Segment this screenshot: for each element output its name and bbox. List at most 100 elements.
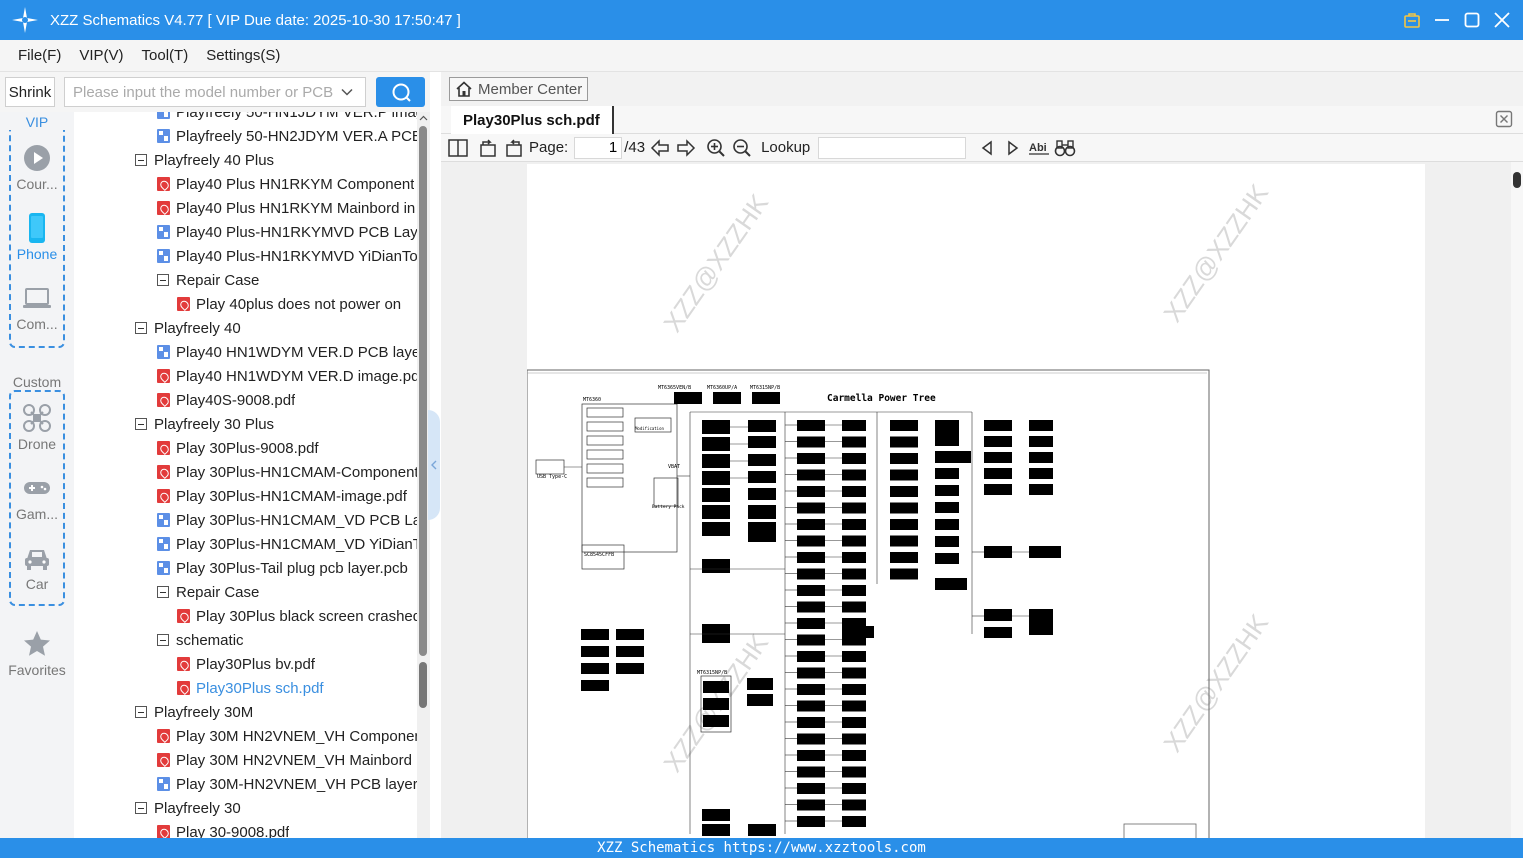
split-view-icon: [448, 138, 468, 157]
tree-folder[interactable]: Playfreely 40: [74, 316, 417, 340]
document-tab[interactable]: Play30Plus sch.pdf: [451, 106, 614, 134]
tree-file-item[interactable]: Play30Plus sch.pdf: [74, 676, 417, 700]
chip-label-mt6360up: MT6360UP/A: [707, 385, 737, 391]
match-case-button[interactable]: Abi: [1028, 137, 1050, 159]
pdf-page[interactable]: XZZ@XZZHKXZZ@XZZHKXZZ@XZZHKXZZ@XZZHK Car…: [527, 164, 1425, 838]
find-next-button[interactable]: [1002, 137, 1024, 159]
cart-icon[interactable]: [1401, 9, 1423, 31]
menu-settings[interactable]: Settings(S): [206, 47, 280, 64]
tree-folder[interactable]: Playfreely 30M: [74, 700, 417, 724]
next-page-button[interactable]: [675, 137, 697, 159]
collapse-toggle-icon[interactable]: [156, 585, 170, 599]
lookup-input[interactable]: [818, 136, 967, 159]
tree-file-item[interactable]: Play 30Plus-HN1CMAM_VD YiDianT: [74, 532, 417, 556]
collapse-panel-handle[interactable]: [428, 410, 440, 520]
tree-folder[interactable]: Repair Case: [74, 268, 417, 292]
rail-item-courses[interactable]: Cour...: [0, 136, 74, 202]
schematic-block: [581, 680, 609, 691]
tree-file-item[interactable]: Play40 Plus-HN1RKYMVD PCB Layo: [74, 220, 417, 244]
schematic-block: [842, 601, 866, 613]
collapse-toggle-icon[interactable]: [134, 705, 148, 719]
maximize-button[interactable]: [1461, 9, 1483, 31]
zoom-in-button[interactable]: [705, 137, 727, 159]
tree-file-item[interactable]: Play 30Plus-9008.pdf: [74, 436, 417, 460]
schematic-block: [797, 667, 825, 679]
member-center-button[interactable]: Member Center: [449, 77, 588, 101]
collapse-toggle-icon[interactable]: [156, 633, 170, 647]
tree-file-item[interactable]: Play 30M HN2VNEM_VH Mainbord: [74, 748, 417, 772]
rail-item-computer[interactable]: Com...: [0, 276, 74, 342]
zoom-out-button[interactable]: [731, 137, 753, 159]
tree-file-item[interactable]: Play 40plus does not power on: [74, 292, 417, 316]
binoculars-button[interactable]: [1054, 137, 1076, 159]
schematic-block: [890, 469, 918, 481]
tree-item-label: Play 30M HN2VNEM_VH Mainbord: [176, 751, 412, 769]
schematic-block: [703, 681, 729, 693]
tree-file-item[interactable]: Play 30M HN2VNEM_VH Component: [74, 724, 417, 748]
rail-item-drone[interactable]: Drone: [0, 396, 74, 462]
schematic-block: [890, 552, 918, 563]
rail-item-favorites[interactable]: Favorites: [0, 622, 74, 688]
tree-file-item[interactable]: Play 30Plus-HN1CMAM-image.pdf: [74, 484, 417, 508]
tree-file-item[interactable]: Play40 HN1WDYM VER.D image.pdf: [74, 364, 417, 388]
collapse-toggle-icon[interactable]: [134, 417, 148, 431]
schematic-block: [1029, 484, 1053, 495]
find-previous-button[interactable]: [976, 137, 998, 159]
document-scrollbar[interactable]: [1511, 162, 1523, 838]
two-page-view-button[interactable]: [447, 137, 469, 159]
schematic-block: [890, 502, 918, 514]
tree-file-item[interactable]: Play30Plus bv.pdf: [74, 652, 417, 676]
tree-scroll-thumb[interactable]: [419, 662, 427, 708]
document-canvas[interactable]: XZZ@XZZHKXZZ@XZZHKXZZ@XZZHKXZZ@XZZHK Car…: [441, 162, 1523, 838]
tree-file-item[interactable]: Play 30M-HN2VNEM_VH PCB layer: [74, 772, 417, 796]
schematic-block: [797, 601, 825, 613]
close-tab-icon[interactable]: [1495, 110, 1513, 128]
minimize-button[interactable]: [1431, 9, 1453, 31]
tree-file-item[interactable]: Play 30Plus-HN1CMAM-Component: [74, 460, 417, 484]
rotate-right-button[interactable]: [503, 137, 525, 159]
schematic-block: [1029, 609, 1053, 635]
tree-folder[interactable]: Playfreely 30: [74, 796, 417, 820]
tree-scroll-track-thumb[interactable]: [419, 126, 427, 656]
search-input[interactable]: [65, 83, 335, 101]
rail-item-games[interactable]: Gam...: [0, 466, 74, 532]
tree-file-item[interactable]: Play40 HN1WDYM VER.D PCB layer: [74, 340, 417, 364]
tree-folder[interactable]: Repair Case: [74, 580, 417, 604]
collapse-toggle-icon[interactable]: [134, 801, 148, 815]
menu-vip[interactable]: VIP(V): [79, 47, 123, 64]
tree-file-item[interactable]: Playfreely 50-HN1JDYM VER.P imag: [74, 112, 417, 124]
schematic-block: [748, 454, 776, 466]
search-button[interactable]: [376, 77, 425, 107]
tree-file-item[interactable]: Play40 Plus HN1RKYM Component: [74, 172, 417, 196]
rotate-left-button[interactable]: [477, 137, 499, 159]
tree-file-item[interactable]: Playfreely 50-HN2JDYM VER.A PCB: [74, 124, 417, 148]
pcb-file-icon: [156, 225, 170, 239]
document-scroll-thumb[interactable]: [1513, 172, 1521, 188]
chevron-down-icon[interactable]: [335, 80, 359, 104]
previous-page-button[interactable]: [649, 137, 671, 159]
close-button[interactable]: [1491, 9, 1513, 31]
rail-item-phone[interactable]: Phone: [0, 206, 74, 272]
page-number-input[interactable]: [574, 136, 623, 159]
rail-item-car[interactable]: Car: [0, 536, 74, 602]
shrink-button[interactable]: Shrink: [5, 77, 55, 107]
tree-file-item[interactable]: Play 30Plus-Tail plug pcb layer.pcb: [74, 556, 417, 580]
tree-file-item[interactable]: Play 30-9008.pdf: [74, 820, 417, 838]
menu-tool[interactable]: Tool(T): [142, 47, 189, 64]
collapse-toggle-icon[interactable]: [134, 321, 148, 335]
tree-file-item[interactable]: Play40 Plus-HN1RKYMVD YiDianTo: [74, 244, 417, 268]
tree-file-item[interactable]: Play40S-9008.pdf: [74, 388, 417, 412]
menu-file[interactable]: File(F): [18, 47, 61, 64]
tree-file-item[interactable]: Play 30Plus black screen crashed: [74, 604, 417, 628]
tree-file-item[interactable]: Play40 Plus HN1RKYM Mainbord in: [74, 196, 417, 220]
tree-file-item[interactable]: Play 30Plus-HN1CMAM_VD PCB Lay: [74, 508, 417, 532]
tree-folder[interactable]: Playfreely 30 Plus: [74, 412, 417, 436]
scroll-up-icon[interactable]: [419, 114, 428, 123]
collapse-toggle-icon[interactable]: [134, 153, 148, 167]
schematic-block: [797, 568, 825, 580]
schematic-block: [586, 407, 624, 418]
tree-folder[interactable]: schematic: [74, 628, 417, 652]
tree-folder[interactable]: Playfreely 40 Plus: [74, 148, 417, 172]
collapse-toggle-icon[interactable]: [156, 273, 170, 287]
abi-text-icon: Abi: [1029, 142, 1050, 155]
